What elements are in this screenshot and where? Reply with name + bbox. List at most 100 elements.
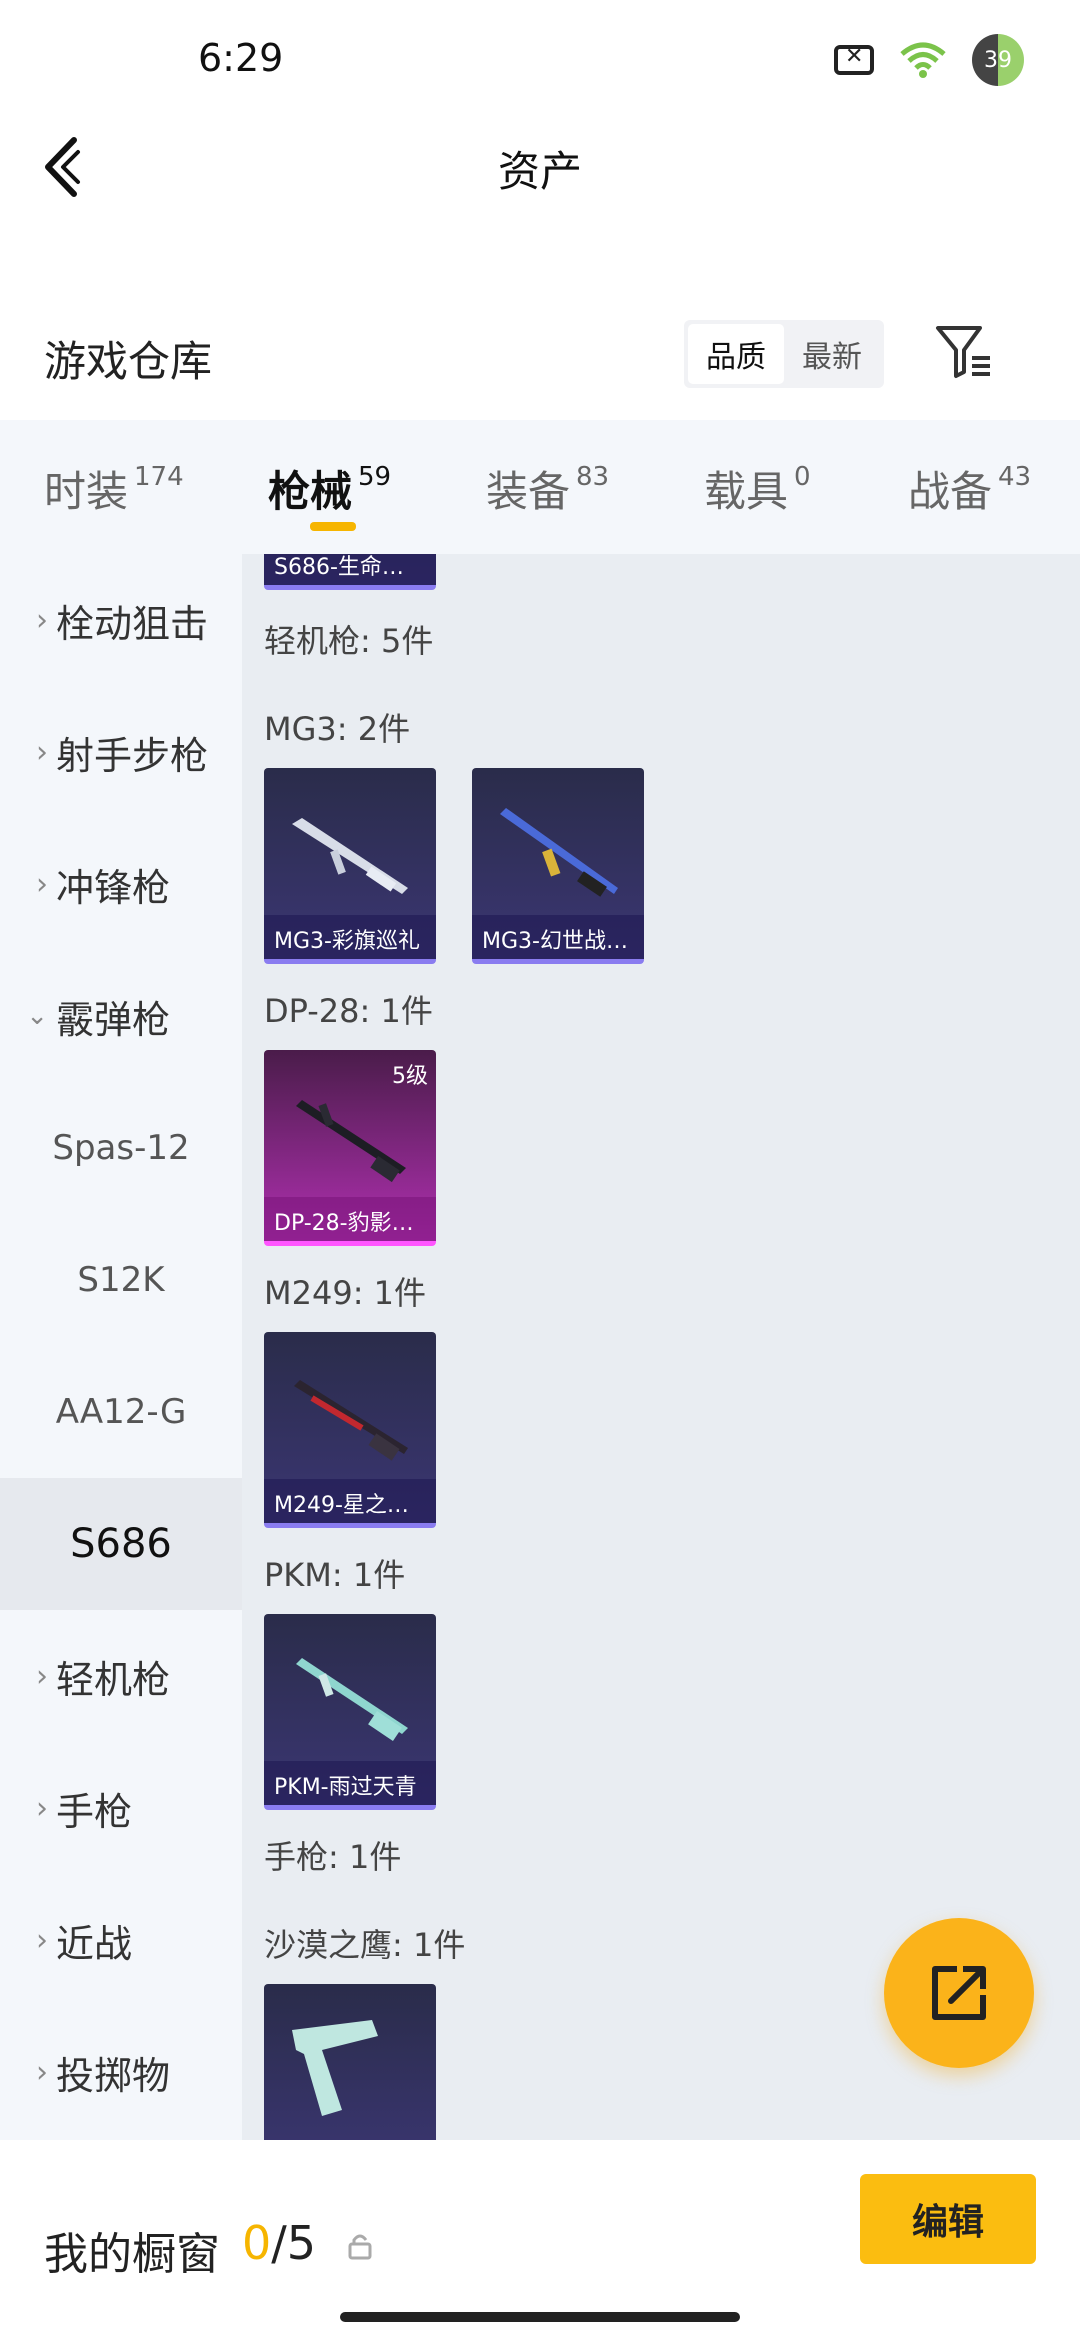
tab-count: 83 xyxy=(576,462,610,492)
chevron-right-icon: › xyxy=(36,2054,48,2090)
warehouse-title: 游戏仓库 xyxy=(44,337,213,386)
sidebar-item-s12k[interactable]: S12K xyxy=(0,1214,242,1346)
card-name: M249-星之… xyxy=(264,1479,436,1523)
category-tabs: 时装 174 枪械 59 装备 83 载具 0 战备 43 xyxy=(0,420,1080,554)
section-label-lmg: 轻机枪: 5件 xyxy=(264,622,434,660)
gun-image xyxy=(292,2020,378,2116)
sidebar-item-pistol[interactable]: › 手枪 xyxy=(0,1742,242,1874)
chevron-right-icon: › xyxy=(36,1658,48,1694)
tab-label: 装备 xyxy=(486,467,571,516)
gun-image xyxy=(500,808,618,897)
sidebar-item-label: 霰弹枪 xyxy=(56,997,171,1042)
sidebar-item-spas12[interactable]: Spas-12 xyxy=(0,1082,242,1214)
sidebar-item-label: 近战 xyxy=(56,1921,133,1966)
sidebar-item-throwable[interactable]: › 投掷物 xyxy=(0,2006,242,2138)
sidebar-item-label: 投掷物 xyxy=(56,2053,171,2098)
tab-guns[interactable]: 枪械 59 xyxy=(268,458,391,519)
weapon-card-m249-1[interactable]: M249-星之… xyxy=(264,1332,436,1528)
sidebar-item-label: 冲锋枪 xyxy=(56,865,171,910)
section-label-m249: M249: 1件 xyxy=(264,1274,427,1312)
showcase-title: 我的橱窗 xyxy=(44,2229,220,2280)
tab-label: 战备 xyxy=(908,467,993,516)
chevron-right-icon: › xyxy=(36,602,48,638)
weapon-list: S686-生命… 轻机枪: 5件 MG3: 2件 MG3-彩旗巡礼 MG3-幻世… xyxy=(242,554,1080,2140)
gun-image xyxy=(294,1380,408,1461)
sidebar-item-dmr[interactable]: › 射手步枪 xyxy=(0,686,242,818)
sidebar-item-s686[interactable]: S686 xyxy=(0,1478,242,1610)
sidebar-item-label: AA12-G xyxy=(55,1392,187,1432)
tab-label: 枪械 xyxy=(268,467,353,516)
filter-icon[interactable] xyxy=(934,322,994,382)
sidebar-item-label: S12K xyxy=(77,1260,165,1300)
section-label-deagle: 沙漠之鹰: 1件 xyxy=(264,1926,466,1964)
lock-icon xyxy=(348,2234,372,2260)
weapon-type-sidebar: › 栓动狙击 › 射手步枪 › 冲锋枪 ⌄ 霰弹枪 Spas-12 S12K A… xyxy=(0,554,242,2140)
section-label-pistol: 手枪: 1件 xyxy=(264,1838,402,1876)
sidebar-item-bolt-sniper[interactable]: › 栓动狙击 xyxy=(0,554,242,686)
sort-toggle: 品质 最新 xyxy=(684,320,884,388)
weapon-card-pkm-1[interactable]: PKM-雨过天青 xyxy=(264,1614,436,1810)
sidebar-item-lmg[interactable]: › 轻机枪 xyxy=(0,1610,242,1742)
showcase-max: 5 xyxy=(286,2216,317,2270)
share-button[interactable] xyxy=(884,1918,1034,2068)
showcase-bar: 我的橱窗 0/5 编辑 xyxy=(0,2140,1080,2340)
home-indicator[interactable] xyxy=(340,2312,740,2322)
card-name: PKM-雨过天青 xyxy=(264,1761,436,1805)
sort-quality-button[interactable]: 品质 xyxy=(688,324,784,384)
sidebar-item-label: 射手步枪 xyxy=(56,733,209,778)
tab-equipment[interactable]: 装备 83 xyxy=(486,458,609,519)
chevron-right-icon: › xyxy=(36,1922,48,1958)
weapon-card-mg3-1[interactable]: MG3-彩旗巡礼 xyxy=(264,768,436,964)
tab-fashion[interactable]: 时装 174 xyxy=(44,458,184,519)
notification-icon xyxy=(834,44,874,75)
section-label-dp28: DP-28: 1件 xyxy=(264,992,433,1030)
showcase-current: 0 xyxy=(242,2216,272,2270)
chevron-right-icon: › xyxy=(36,866,48,902)
tab-label: 载具 xyxy=(704,467,789,516)
showcase-count: 0/5 xyxy=(242,2216,316,2270)
weapon-card-dp28-1[interactable]: 5级 DP-28-豹影… xyxy=(264,1050,436,1246)
battery-icon: 39 xyxy=(972,34,1024,86)
tab-vehicles[interactable]: 载具 0 xyxy=(704,458,811,519)
sidebar-item-melee[interactable]: › 近战 xyxy=(0,1874,242,2006)
page-title: 资产 xyxy=(497,147,582,196)
sort-newest-button[interactable]: 最新 xyxy=(784,324,880,384)
sidebar-item-shotgun[interactable]: ⌄ 霰弹枪 xyxy=(0,950,242,1082)
weapon-card-mg3-2[interactable]: MG3-幻世战… xyxy=(472,768,644,964)
chevron-down-icon: ⌄ xyxy=(26,1001,48,1031)
sidebar-item-label: S686 xyxy=(70,1521,172,1567)
card-name: MG3-彩旗巡礼 xyxy=(264,915,436,959)
header: 资产 xyxy=(0,110,1080,230)
section-label-mg3: MG3: 2件 xyxy=(264,710,411,748)
tab-count: 0 xyxy=(794,462,811,492)
gun-image xyxy=(292,818,408,894)
card-name: DP-28-豹影… xyxy=(264,1197,436,1241)
tab-count: 59 xyxy=(358,462,392,492)
section-label-pkm: PKM: 1件 xyxy=(264,1556,406,1594)
gun-image xyxy=(296,1100,406,1183)
wifi-icon xyxy=(900,42,946,78)
sidebar-item-aa12g[interactable]: AA12-G xyxy=(0,1346,242,1478)
sidebar-item-label: 轻机枪 xyxy=(56,1657,171,1702)
tab-supplies[interactable]: 战备 43 xyxy=(908,458,1031,519)
edit-button[interactable]: 编辑 xyxy=(860,2174,1036,2264)
status-icons: 39 xyxy=(834,34,1024,86)
status-bar: 6:29 39 xyxy=(0,0,1080,110)
active-tab-indicator xyxy=(310,522,356,531)
card-name: MG3-幻世战… xyxy=(472,915,644,959)
status-time: 6:29 xyxy=(198,36,284,80)
tab-count: 174 xyxy=(134,462,184,492)
chevron-right-icon: › xyxy=(36,1790,48,1826)
showcase-separator: / xyxy=(271,2216,287,2270)
share-icon xyxy=(932,1966,986,2020)
chevron-right-icon: › xyxy=(36,734,48,770)
sidebar-item-label: 手枪 xyxy=(56,1789,133,1834)
card-name: S686-生命… xyxy=(264,554,436,585)
weapon-card-deagle-1[interactable] xyxy=(264,1984,436,2140)
gun-image xyxy=(296,1658,408,1742)
weapon-card-s686[interactable]: S686-生命… xyxy=(264,554,436,590)
tab-count: 43 xyxy=(998,462,1032,492)
sidebar-item-label: Spas-12 xyxy=(52,1128,190,1168)
sidebar-item-smg[interactable]: › 冲锋枪 xyxy=(0,818,242,950)
sidebar-item-label: 栓动狙击 xyxy=(56,601,209,646)
